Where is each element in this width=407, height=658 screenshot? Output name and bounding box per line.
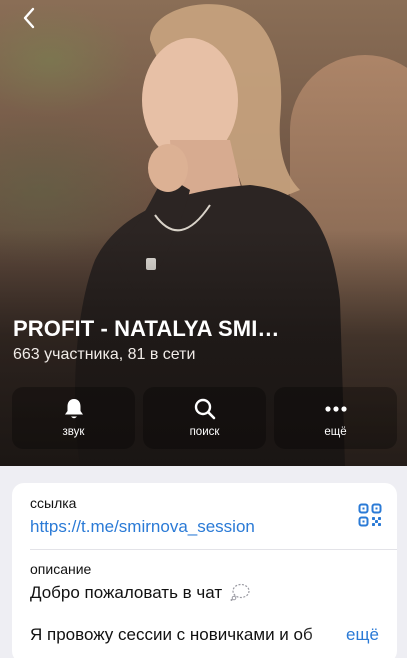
search-button-label: поиск [189,426,220,438]
group-title: PROFIT - NATALYA SMI… [13,316,280,341]
more-icon [323,396,349,422]
search-button[interactable]: поиск [143,387,266,449]
member-count: 663 участника, 81 в сети [13,346,196,363]
description-line-2: Я провожу сессии с новичками и об [30,625,313,644]
expand-description-link[interactable]: ещё [346,625,379,645]
qr-code-button[interactable] [358,503,382,527]
divider [30,549,397,550]
info-card: ссылка https://t.me/smirnova_session опи… [12,483,397,658]
link-label: ссылка [30,495,77,511]
more-button-label: ещё [324,426,347,438]
description-line-1: Добро пожаловать в чат [30,583,250,606]
profile-header: PROFIT - NATALYA SMI… 663 участника, 81 … [0,0,407,466]
back-button[interactable] [14,4,44,32]
qr-code-icon [358,503,382,527]
bell-icon [61,396,87,422]
chevron-left-icon [23,7,35,29]
description-text: Добро пожаловать в чат [30,583,223,602]
search-icon [192,396,218,422]
more-button[interactable]: ещё [274,387,397,449]
sound-button[interactable]: звук [12,387,135,449]
action-bar: звук поиск ещё [12,387,397,449]
description-label: описание [30,561,92,577]
sound-button-label: звук [62,426,85,438]
invite-link[interactable]: https://t.me/smirnova_session [30,517,255,537]
thought-bubble-icon [230,583,250,606]
